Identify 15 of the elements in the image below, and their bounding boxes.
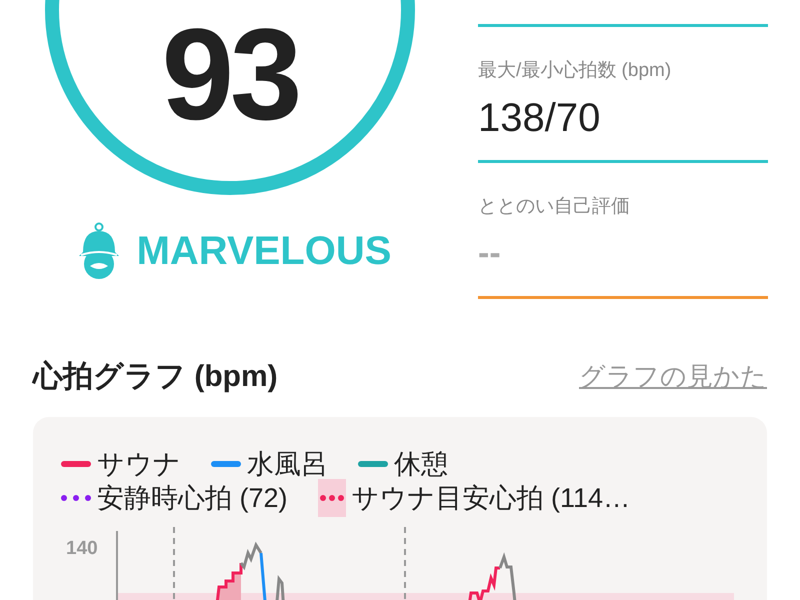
score-value: 93	[162, 9, 298, 139]
stat-label: ととのい自己評価	[478, 195, 631, 219]
stat-value: --	[478, 236, 502, 270]
stat-value: 138/70	[478, 98, 602, 138]
legend-label: 安静時心拍 (72)	[97, 484, 288, 512]
section-title: 心拍グラフ (bpm)	[33, 359, 278, 395]
legend-label: 水風呂	[247, 450, 328, 478]
y-tick-label: 140	[66, 537, 98, 561]
stat-label: 最大/最小心拍数 (bpm)	[478, 59, 672, 83]
legend-label: 休憩	[394, 450, 448, 478]
rank-label: MARVELOUS	[136, 228, 392, 275]
legend-label: サウナ	[97, 450, 181, 478]
legend-label: サウナ目安心拍 (114…	[352, 484, 630, 512]
sauna-hat-icon	[76, 222, 121, 280]
graph-help-link[interactable]: グラフの見かた	[579, 357, 767, 396]
